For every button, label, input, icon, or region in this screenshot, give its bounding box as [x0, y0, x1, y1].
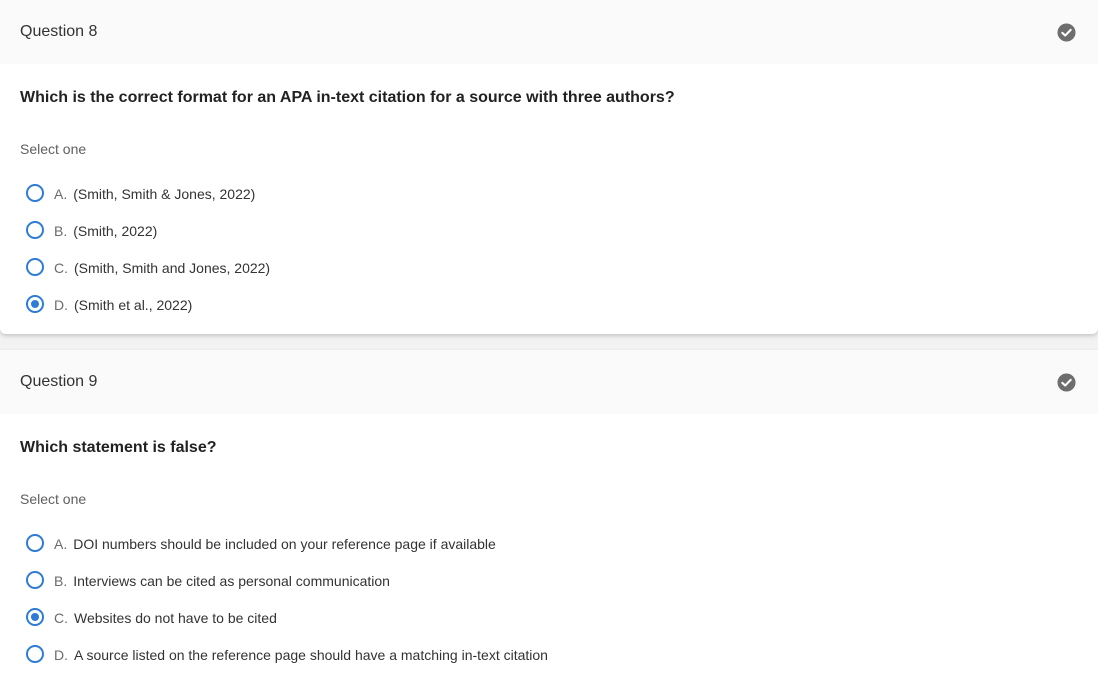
- answer-option-c[interactable]: C. Websites do not have to be cited: [26, 599, 548, 636]
- option-text: (Smith, Smith and Jones, 2022): [74, 259, 271, 276]
- answer-option-d[interactable]: D. A source listed on the reference page…: [26, 636, 548, 673]
- option-letter: C.: [54, 259, 68, 276]
- select-one-label: Select one: [20, 491, 87, 507]
- answer-option-c[interactable]: C. (Smith, Smith and Jones, 2022): [26, 249, 270, 286]
- answer-option-a[interactable]: A. (Smith, Smith & Jones, 2022): [26, 175, 270, 212]
- radio-button[interactable]: [26, 570, 44, 589]
- question-header: Question 9: [0, 350, 1098, 414]
- option-text: Websites do not have to be cited: [74, 609, 277, 626]
- question-prompt: Which is the correct format for an APA i…: [20, 89, 675, 106]
- option-letter: B.: [54, 222, 68, 239]
- radio-button[interactable]: [26, 183, 44, 202]
- question-card-9: Question 9 Which statement is false? Sel…: [0, 350, 1098, 682]
- select-one-label: Select one: [20, 141, 87, 157]
- option-letter: B.: [54, 572, 68, 589]
- radio-button[interactable]: [26, 607, 44, 626]
- radio-button[interactable]: [26, 533, 44, 552]
- answer-options: A. DOI numbers should be included on you…: [26, 525, 548, 673]
- option-text: (Smith et al., 2022): [74, 296, 193, 313]
- radio-button[interactable]: [26, 644, 44, 663]
- option-text: DOI numbers should be included on your r…: [73, 535, 496, 552]
- question-card-8: Question 8 Which is the correct format f…: [0, 0, 1098, 334]
- answer-option-a[interactable]: A. DOI numbers should be included on you…: [26, 525, 548, 562]
- option-letter: A.: [54, 535, 68, 552]
- option-text: (Smith, 2022): [73, 222, 158, 239]
- radio-button[interactable]: [26, 294, 44, 313]
- quiz-page: Question 8 Which is the correct format f…: [0, 0, 1098, 682]
- check-circle-icon: [1057, 372, 1076, 392]
- answer-option-b[interactable]: B. (Smith, 2022): [26, 212, 270, 249]
- answer-option-b[interactable]: B. Interviews can be cited as personal c…: [26, 562, 548, 599]
- option-letter: A.: [54, 185, 68, 202]
- radio-button[interactable]: [26, 257, 44, 276]
- option-letter: D.: [54, 646, 68, 663]
- question-header: Question 8: [0, 0, 1098, 64]
- option-text: Interviews can be cited as personal comm…: [73, 572, 390, 589]
- option-letter: D.: [54, 296, 68, 313]
- radio-button[interactable]: [26, 220, 44, 239]
- option-letter: C.: [54, 609, 68, 626]
- answer-options: A. (Smith, Smith & Jones, 2022) B. (Smit…: [26, 175, 270, 323]
- question-prompt: Which statement is false?: [20, 439, 217, 456]
- option-text: (Smith, Smith & Jones, 2022): [73, 185, 256, 202]
- question-title: Question 9: [20, 373, 98, 390]
- option-text: A source listed on the reference page sh…: [74, 646, 548, 663]
- question-title: Question 8: [20, 23, 98, 40]
- answer-option-d[interactable]: D. (Smith et al., 2022): [26, 286, 270, 323]
- check-circle-icon: [1057, 22, 1076, 42]
